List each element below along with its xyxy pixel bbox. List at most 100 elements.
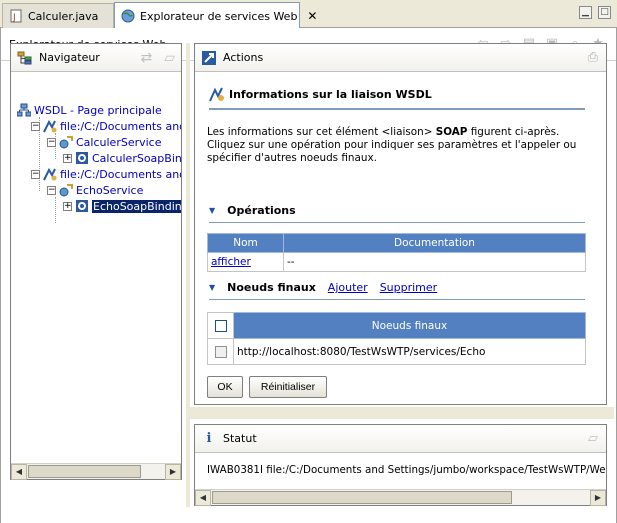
status-message: IWAB0381I file:/C:/Documents and Setting…: [207, 464, 606, 476]
ok-button[interactable]: OK: [207, 376, 243, 398]
navigator-header: Navigateur ⇄ ▱: [11, 44, 181, 72]
navigator-horizontal-scrollbar[interactable]: ◀ ▶: [11, 463, 181, 480]
svg-text:J: J: [12, 13, 16, 23]
editor-tab-bar: J Calculer.java Explorateur de services …: [0, 0, 617, 29]
service-icon: [59, 136, 73, 149]
tree-item-binding1[interactable]: + CalculerSoapBinding: [63, 150, 181, 166]
wsdl-info-icon: [209, 87, 224, 102]
status-body: IWAB0381I file:/C:/Documents and Setting…: [195, 453, 606, 489]
actions-title: Actions: [223, 51, 264, 64]
navigator-title: Navigateur: [39, 51, 100, 64]
collapse-icon[interactable]: −: [31, 121, 40, 131]
scrollbar-thumb[interactable]: [212, 491, 512, 504]
wsdl-file-icon: [43, 167, 57, 181]
java-file-icon: J: [10, 9, 22, 23]
scroll-right-icon[interactable]: ▶: [590, 490, 606, 506]
tab-label: Calculer.java: [28, 9, 99, 23]
info-icon: i: [206, 431, 212, 446]
tree-item-label-selected: EchoSoapBinding: [91, 198, 181, 214]
tree-item-label: file:/C:/Documents and S: [60, 167, 181, 181]
table-row: afficher --: [207, 252, 586, 272]
collapse-icon[interactable]: −: [47, 137, 56, 147]
info-heading: Informations sur la liaison WSDL: [209, 86, 432, 102]
tree-line: [55, 197, 56, 223]
print-icon[interactable]: ⎙: [588, 50, 598, 65]
column-header-documentation: Documentation: [283, 233, 586, 253]
documentation-cell: --: [283, 252, 586, 272]
tree-item-label: CalculerSoapBinding: [92, 151, 181, 165]
tab-calculer-java[interactable]: J Calculer.java: [2, 3, 114, 28]
status-header: i Statut ▱: [195, 425, 606, 453]
tree-item-binding2[interactable]: + EchoSoapBinding: [63, 198, 181, 214]
scroll-left-icon[interactable]: ◀: [11, 464, 27, 480]
tree-item-label: file:/C:/Documents and S: [60, 119, 181, 133]
close-icon[interactable]: ✕: [307, 9, 317, 23]
binding-icon: [76, 152, 88, 164]
horizontal-splitter[interactable]: [190, 407, 614, 419]
collapse-triangle-icon[interactable]: ▼: [209, 283, 215, 292]
tree-item-file2[interactable]: − file:/C:/Documents and S: [31, 166, 181, 182]
column-header-name: Nom: [207, 233, 284, 253]
tab-label: Explorateur de services Web: [140, 9, 298, 23]
divider: [209, 222, 585, 223]
checkbox-cell: [207, 338, 234, 365]
divider: [209, 299, 585, 300]
endpoint-url: http://localhost:8080/TestWsWTP/services…: [233, 338, 586, 365]
operation-link[interactable]: afficher: [211, 256, 251, 268]
scroll-left-icon[interactable]: ◀: [195, 490, 211, 506]
info-title: Informations sur la liaison WSDL: [229, 87, 432, 101]
navigator-pane: Navigateur ⇄ ▱ WSDL - Page principale −: [10, 43, 182, 480]
wsdl-file-icon: [43, 119, 57, 133]
description-bold: SOAP: [435, 126, 468, 138]
endpoints-title: Noeuds finaux: [227, 281, 316, 294]
window-controls: ▁ □: [579, 6, 611, 19]
navigator-toolbar: ⇄ ▱: [140, 50, 175, 66]
reset-button[interactable]: Réinitialiser: [249, 376, 327, 398]
table-row: http://localhost:8080/TestWsWTP/services…: [207, 338, 586, 365]
maximize-icon[interactable]: □: [598, 6, 611, 19]
binding-description: Les informations sur cet élément <liaiso…: [207, 126, 592, 165]
status-pane: i Statut ▱ IWAB0381I file:/C:/Documents …: [194, 424, 607, 506]
scroll-right-icon[interactable]: ▶: [165, 464, 181, 480]
tree-item-file1[interactable]: − file:/C:/Documents and S: [31, 118, 181, 134]
operations-section-header[interactable]: ▼ Opérations: [209, 204, 296, 217]
eraser-icon[interactable]: ▱: [588, 431, 598, 446]
binding-icon: [76, 200, 88, 212]
sync-icon[interactable]: ⇄: [140, 50, 152, 66]
actions-pane: Actions ⎙ Informations sur la liaison WS…: [194, 43, 607, 405]
description-text: Les informations sur cet élément <liaiso…: [207, 126, 436, 138]
expand-icon[interactable]: +: [63, 153, 72, 163]
eraser-icon[interactable]: ▱: [164, 50, 175, 66]
sitemap-icon: [17, 103, 31, 117]
vertical-splitter[interactable]: [186, 43, 190, 507]
actions-header: Actions ⎙: [195, 44, 606, 72]
tree-item-service1[interactable]: − CalculerService: [47, 134, 162, 150]
scrollbar-thumb[interactable]: [28, 465, 141, 478]
minimize-icon[interactable]: ▁: [579, 6, 592, 19]
tab-web-services-explorer[interactable]: Explorateur de services Web ✕: [114, 2, 317, 29]
actions-icon: [202, 50, 216, 65]
collapse-triangle-icon[interactable]: ▼: [209, 206, 215, 215]
tree-item-service2[interactable]: − EchoService: [47, 182, 143, 198]
divider: [209, 108, 585, 110]
tree-item-label: EchoService: [76, 183, 144, 197]
status-horizontal-scrollbar[interactable]: ◀ ▶: [195, 489, 606, 506]
collapse-icon[interactable]: −: [47, 185, 56, 195]
operations-table: Nom Documentation afficher --: [207, 233, 586, 272]
navigator-icon: [17, 51, 32, 64]
operations-title: Opérations: [227, 204, 296, 217]
collapse-icon[interactable]: −: [31, 169, 40, 179]
endpoint-checkbox[interactable]: [214, 345, 227, 358]
remove-endpoint-link[interactable]: Supprimer: [380, 281, 438, 294]
actions-body: Informations sur la liaison WSDL Les inf…: [195, 72, 606, 404]
column-header-endpoints: Noeuds finaux: [233, 312, 586, 339]
tree-item-label: CalculerService: [76, 135, 162, 149]
tree-item-label: WSDL - Page principale: [34, 103, 162, 117]
expand-icon[interactable]: +: [63, 201, 72, 211]
globe-icon: [121, 9, 135, 23]
select-all-cell: [207, 312, 234, 339]
add-endpoint-link[interactable]: Ajouter: [328, 281, 368, 294]
select-all-checkbox[interactable]: [214, 319, 227, 332]
tree-item-root[interactable]: WSDL - Page principale: [17, 102, 162, 118]
endpoints-section-header[interactable]: ▼ Noeuds finaux Ajouter Supprimer: [209, 281, 437, 294]
